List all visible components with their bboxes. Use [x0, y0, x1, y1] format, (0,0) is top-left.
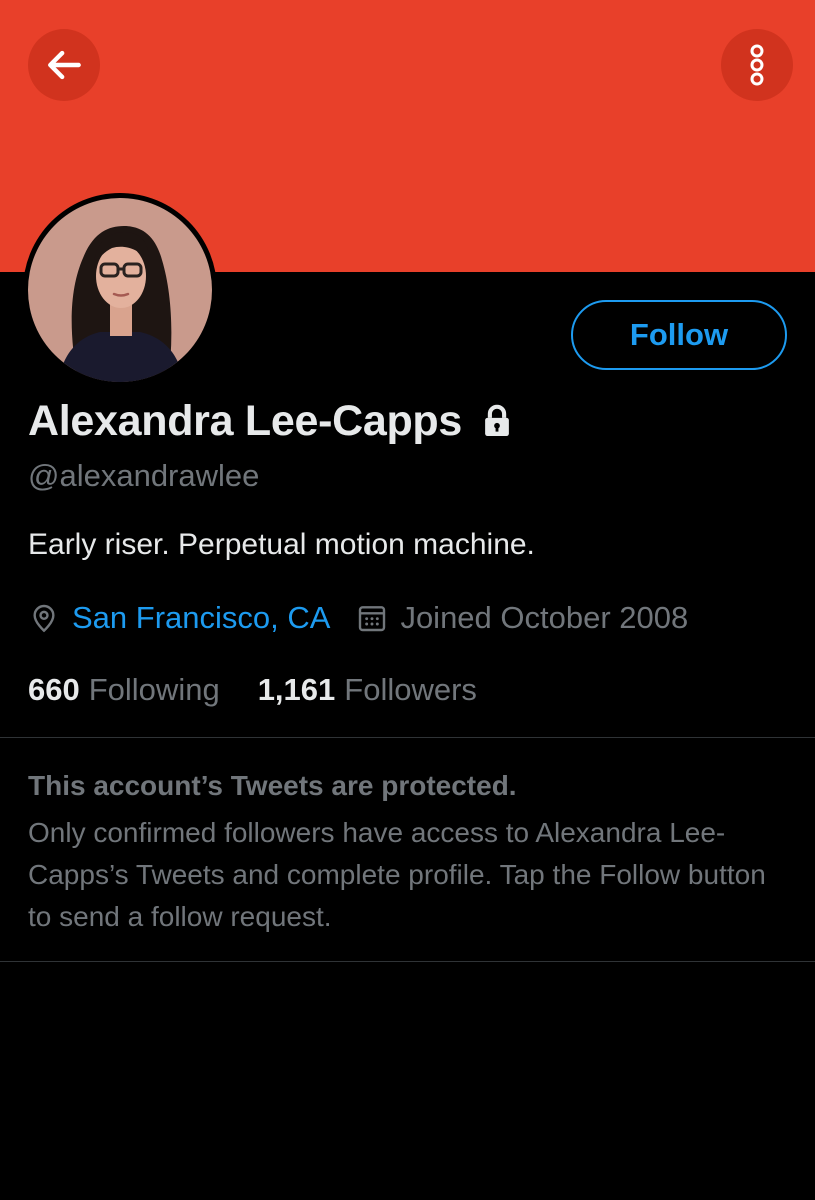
- calendar-icon: [359, 606, 386, 632]
- profile-bio: Early riser. Perpetual motion machine.: [28, 528, 535, 561]
- joined-date: Joined October 2008: [400, 600, 689, 635]
- followers-count: 1,161: [257, 672, 336, 707]
- location-link[interactable]: San Francisco, CA: [72, 600, 330, 636]
- avatar: [28, 198, 212, 382]
- lock-icon: [485, 404, 509, 437]
- following-stat[interactable]: 660 Following: [28, 672, 220, 708]
- follow-button[interactable]: Follow: [571, 300, 787, 370]
- profile-meta-row: San Francisco, CA Joined October 2008: [28, 596, 688, 640]
- profile-handle: @alexandrawlee: [28, 458, 260, 493]
- divider: [0, 737, 815, 738]
- location-pin-icon: [33, 604, 55, 633]
- followers-stat[interactable]: 1,161 Followers: [258, 672, 477, 708]
- following-count: 660: [28, 672, 80, 707]
- divider: [0, 961, 815, 962]
- avatar-container[interactable]: [23, 193, 217, 387]
- profile-stats-row: 660 Following 1,161 Followers: [28, 668, 477, 712]
- following-label: Following: [88, 672, 220, 707]
- protected-notice-body: Only confirmed followers have access to …: [28, 817, 766, 932]
- display-name: Alexandra Lee-Capps: [28, 396, 463, 445]
- followers-label: Followers: [344, 672, 477, 707]
- back-button[interactable]: [28, 29, 100, 101]
- protected-notice-title: This account’s Tweets are protected.: [28, 770, 517, 801]
- more-vertical-icon: [750, 44, 764, 86]
- profile-name-row: Alexandra Lee-Capps: [28, 393, 516, 449]
- more-options-button[interactable]: [721, 29, 793, 101]
- arrow-left-icon: [48, 50, 81, 80]
